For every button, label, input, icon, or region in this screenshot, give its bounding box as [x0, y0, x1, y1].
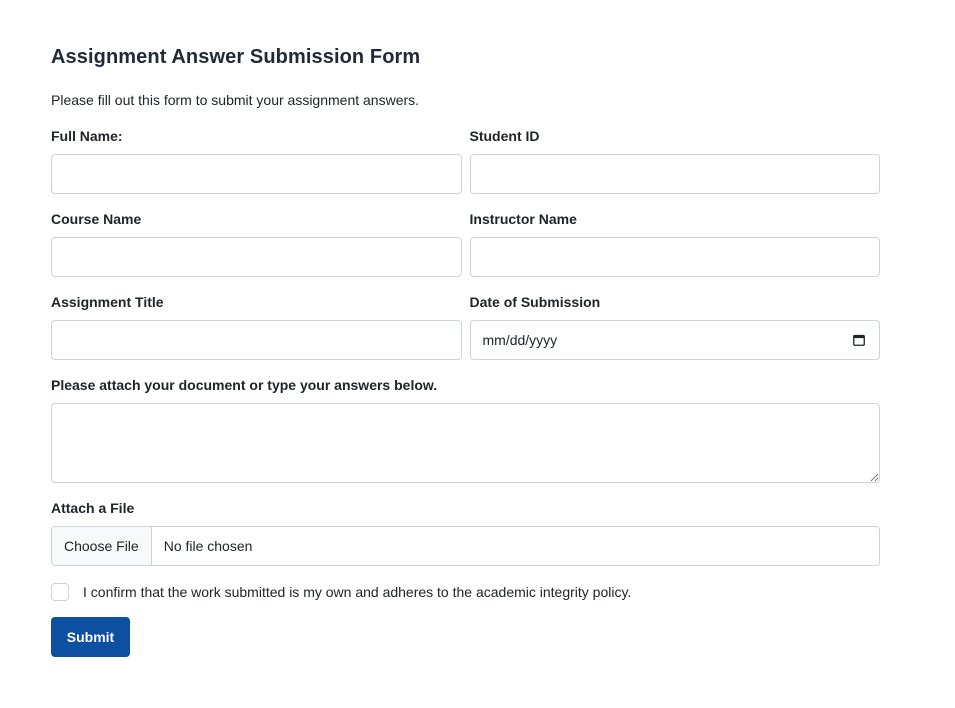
row-title-date: Assignment Title Date of Submission mm/d…	[51, 292, 880, 360]
submission-date-group: Date of Submission mm/dd/yyyy	[469, 292, 880, 360]
submission-date-input[interactable]: mm/dd/yyyy	[469, 320, 880, 360]
full-name-label: Full Name:	[51, 128, 123, 144]
assignment-title-group: Assignment Title	[51, 292, 462, 360]
file-status: No file chosen	[163, 538, 253, 554]
assignment-title-input[interactable]	[51, 320, 462, 360]
full-name-input[interactable]	[51, 154, 462, 194]
integrity-checkbox-label[interactable]: I confirm that the work submitted is my …	[83, 582, 631, 602]
instructor-name-label: Instructor Name	[469, 211, 577, 227]
date-placeholder: mm/dd/yyyy	[482, 332, 558, 348]
assignment-title-label: Assignment Title	[51, 294, 164, 310]
submit-button[interactable]: Submit	[51, 617, 130, 657]
form-description: Please fill out this form to submit your…	[51, 92, 420, 108]
confirmation-row: I confirm that the work submitted is my …	[51, 582, 880, 602]
form-title: Assignment Answer Submission Form	[51, 46, 421, 68]
student-id-input[interactable]	[469, 154, 880, 194]
integrity-checkbox[interactable]	[51, 583, 69, 601]
instructor-name-group: Instructor Name	[469, 209, 880, 277]
choose-file-button[interactable]: Choose File	[52, 527, 152, 565]
submission-form: Assignment Answer Submission Form Please…	[51, 40, 880, 657]
row-name-id: Full Name: Student ID	[51, 126, 880, 194]
instructor-name-input[interactable]	[469, 237, 880, 277]
calendar-icon[interactable]	[853, 334, 865, 346]
course-name-input[interactable]	[51, 237, 462, 277]
answers-label: Please attach your document or type your…	[51, 377, 438, 393]
full-name-group: Full Name:	[51, 126, 462, 194]
attachment-group: Attach a File Choose File No file chosen	[51, 498, 880, 566]
answers-group: Please attach your document or type your…	[51, 375, 880, 483]
attachment-label: Attach a File	[51, 500, 135, 516]
course-name-group: Course Name	[51, 209, 462, 277]
file-input[interactable]: Choose File No file chosen	[51, 526, 880, 566]
student-id-label: Student ID	[469, 128, 540, 144]
student-id-group: Student ID	[469, 126, 880, 194]
submission-date-label: Date of Submission	[469, 294, 601, 310]
course-name-label: Course Name	[51, 211, 142, 227]
row-course-instructor: Course Name Instructor Name	[51, 209, 880, 277]
answers-textarea[interactable]	[51, 403, 880, 483]
